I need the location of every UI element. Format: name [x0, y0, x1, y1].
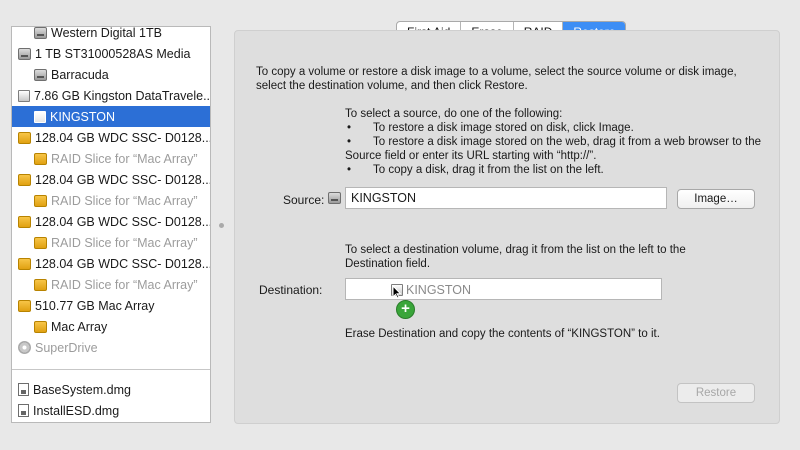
sidebar-item-label: RAID Slice for “Mac Array”	[51, 193, 198, 208]
sidebar-item-label: RAID Slice for “Mac Array”	[51, 151, 198, 166]
sidebar-item[interactable]: RAID Slice for “Mac Array”	[12, 190, 210, 211]
raid-icon	[18, 299, 31, 312]
destination-label: Destination:	[259, 283, 323, 297]
disk-image-icon	[18, 383, 29, 396]
drag-item-label: KINGSTON	[406, 283, 472, 297]
source-field[interactable]: KINGSTON	[345, 187, 667, 209]
sidebar-item-label: Western Digital 1TB	[51, 26, 162, 40]
sidebar-disk-image-item[interactable]: InstallESD.dmg	[12, 400, 210, 421]
sidebar-item[interactable]: RAID Slice for “Mac Array”	[12, 148, 210, 169]
source-instruction-bullet: • To restore a disk image stored on disk,…	[345, 121, 765, 135]
restore-panel: To copy a volume or restore a disk image…	[234, 30, 780, 424]
sidebar-item-label: 128.04 GB WDC SSC- D0128...	[35, 256, 211, 271]
sidebar-item[interactable]: 510.77 GB Mac Array	[12, 295, 210, 316]
bullet-text: To copy a disk, drag it from the list on…	[373, 164, 604, 176]
sidebar-item-label: InstallESD.dmg	[33, 403, 120, 418]
bullet-marker: •	[347, 122, 352, 134]
sidebar-item-label: 128.04 GB WDC SSC- D0128...	[35, 130, 211, 145]
usb-drive-icon	[18, 89, 30, 102]
raid-icon	[18, 215, 31, 228]
source-value: KINGSTON	[351, 191, 417, 205]
sidebar-item[interactable]: Western Digital 1TB	[12, 26, 210, 43]
raid-icon	[34, 194, 47, 207]
bullet-marker: •	[347, 136, 352, 148]
sidebar-item[interactable]: 7.86 GB Kingston DataTravele...	[12, 85, 211, 106]
sidebar-item-label: 510.77 GB Mac Array	[35, 298, 155, 313]
sidebar-item[interactable]: 1 TB ST31000528AS Media	[12, 43, 210, 64]
sidebar-item-label: 128.04 GB WDC SSC- D0128...	[35, 214, 211, 229]
bullet-text: To restore a disk image stored on the we…	[345, 136, 761, 162]
sidebar-item-label: Mac Array	[51, 319, 108, 334]
source-label: Source:	[283, 193, 325, 207]
bullet-text: To restore a disk image stored on disk, …	[373, 122, 634, 134]
sidebar-item-label: Barracuda	[51, 67, 109, 82]
raid-icon	[18, 257, 31, 270]
sidebar-item-label: RAID Slice for “Mac Array”	[51, 235, 198, 250]
sidebar-item-label: RAID Slice for “Mac Array”	[51, 277, 198, 292]
hdd-icon	[34, 27, 47, 39]
raid-icon	[34, 278, 47, 291]
restore-intro-text: To copy a volume or restore a disk image…	[256, 66, 737, 92]
sidebar-item[interactable]: 128.04 GB WDC SSC- D0128...	[12, 127, 211, 148]
sidebar-item[interactable]: 128.04 GB WDC SSC- D0128...	[12, 253, 211, 274]
bullet-marker: •	[347, 164, 352, 176]
raid-icon	[18, 131, 31, 144]
erase-message: Erase Destination and copy the contents …	[345, 328, 660, 340]
image-button[interactable]: Image…	[677, 189, 755, 209]
destination-instructions: To select a destination volume, drag it …	[345, 244, 686, 270]
disk-list-sidebar[interactable]: Western Digital 1TB 1 TB ST31000528AS Med…	[11, 26, 211, 423]
copy-plus-icon: +	[396, 300, 415, 319]
hdd-icon	[34, 68, 47, 81]
raid-icon	[34, 152, 47, 165]
sidebar-item[interactable]: SuperDrive	[12, 337, 210, 358]
optical-disc-icon	[18, 341, 31, 354]
source-disk-icon	[328, 192, 341, 204]
sidebar-divider	[12, 369, 210, 370]
sidebar-item-label: 7.86 GB Kingston DataTravele...	[34, 88, 211, 103]
source-instructions: To select a source, do one of the follow…	[345, 107, 765, 177]
disk-image-icon	[18, 404, 29, 417]
restore-button[interactable]: Restore	[677, 383, 755, 403]
sidebar-item-label: KINGSTON	[50, 109, 116, 124]
sidebar-item[interactable]: KINGSTON	[12, 106, 210, 127]
sidebar-item[interactable]: Mac Array	[12, 316, 210, 337]
sidebar-item-label: SuperDrive	[35, 340, 98, 355]
split-view-handle[interactable]	[219, 223, 224, 228]
sidebar-item-label: 1 TB ST31000528AS Media	[35, 46, 191, 61]
raid-icon	[34, 320, 47, 333]
source-instruction-bullet: • To copy a disk, drag it from the list o…	[345, 163, 765, 177]
sidebar-disk-image-item[interactable]: BaseSystem.dmg	[12, 379, 210, 400]
sidebar-item[interactable]: RAID Slice for “Mac Array”	[12, 232, 210, 253]
sidebar-item[interactable]: 128.04 GB WDC SSC- D0128...	[12, 169, 211, 190]
raid-icon	[34, 236, 47, 249]
source-instruction-bullet: • To restore a disk image stored on the w…	[345, 135, 765, 163]
sidebar-item-label: 128.04 GB WDC SSC- D0128...	[35, 172, 211, 187]
hdd-icon	[18, 47, 31, 60]
source-instructions-heading: To select a source, do one of the follow…	[345, 108, 563, 120]
sidebar-item[interactable]: RAID Slice for “Mac Array”	[12, 274, 210, 295]
sidebar-item[interactable]: Barracuda	[12, 64, 210, 85]
raid-icon	[18, 173, 31, 186]
sidebar-item-label: BaseSystem.dmg	[33, 382, 131, 397]
sidebar-item[interactable]: 128.04 GB WDC SSC- D0128...	[12, 211, 211, 232]
mouse-cursor-icon	[392, 285, 402, 299]
usb-drive-icon	[34, 110, 46, 123]
drag-ghost: KINGSTON	[391, 283, 471, 297]
